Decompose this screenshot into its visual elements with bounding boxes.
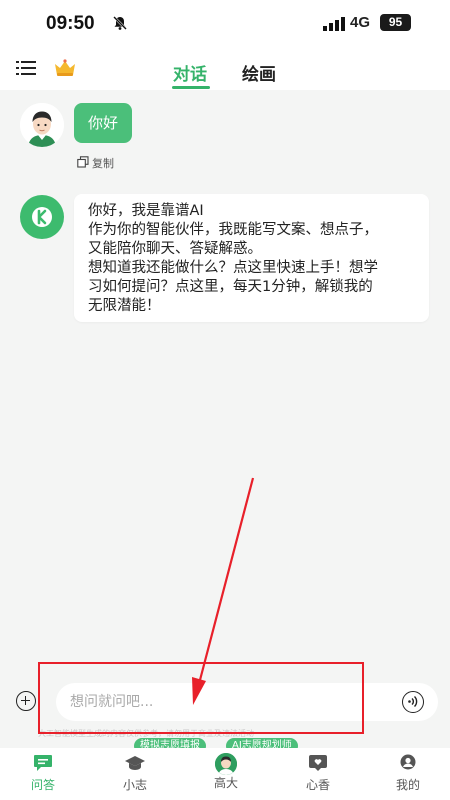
bot-message-line: 又能陪你聊天、答疑解惑。: [88, 241, 262, 257]
copy-icon: [77, 155, 89, 171]
bot-message-line: 你好，我是靠谱AI: [88, 203, 204, 219]
person-icon: [398, 754, 418, 772]
tab-label: 我的: [395, 778, 420, 792]
graduation-cap-icon: [125, 754, 145, 772]
tab-label: 问答: [30, 778, 55, 792]
bot-message-line: 无限潜能！: [88, 298, 161, 314]
status-bar: 09:50 4G 95: [0, 0, 450, 46]
highlight-box: [38, 662, 364, 734]
plus-icon[interactable]: [16, 691, 36, 711]
tab-label: 小志: [122, 778, 147, 792]
vip-crown-icon[interactable]: [53, 58, 77, 82]
bot-avatar: [20, 195, 64, 239]
signal-icon: [323, 16, 345, 35]
bot-message-line[interactable]: 习如何提问？点这里，每天1分钟，解锁我的: [88, 278, 415, 297]
voice-icon[interactable]: [402, 691, 424, 713]
menu-icon[interactable]: [16, 60, 36, 76]
tab-xiaozhi[interactable]: 小志: [105, 754, 165, 793]
copy-button[interactable]: 复制: [77, 155, 114, 171]
tab-mine[interactable]: 我的: [378, 754, 438, 793]
avatar-icon[interactable]: [213, 751, 239, 777]
active-tab-indicator: [172, 86, 210, 89]
user-message-bubble: 你好: [74, 103, 132, 143]
copy-label: 复制: [92, 157, 114, 170]
bot-message-line[interactable]: 想知道我还能做什么？点这里快速上手！想学: [88, 259, 415, 278]
top-nav: 对话 绘画: [0, 46, 450, 90]
bell-muted-icon: [112, 15, 128, 35]
bot-message-bubble: 你好，我是靠谱AI 作为你的智能伙伴，我既能写文案、想点子， 又能陪你聊天、答疑…: [74, 194, 429, 322]
tab-label: 心香: [305, 778, 330, 792]
status-time: 09:50: [46, 13, 95, 34]
bot-message-line: 作为你的智能伙伴，我既能写文案、想点子，: [88, 222, 378, 238]
tab-qa[interactable]: 问答: [13, 754, 73, 793]
tab-draw[interactable]: 绘画: [242, 60, 276, 85]
tab-chat[interactable]: 对话: [173, 60, 207, 85]
tab-xinxiang[interactable]: 心香: [288, 754, 348, 793]
chat-icon: [33, 754, 53, 772]
heart-card-icon: [308, 754, 328, 772]
battery-indicator: 95: [380, 14, 411, 31]
network-type: 4G: [350, 14, 371, 31]
user-avatar: [20, 103, 64, 147]
k-logo-icon: [32, 207, 52, 227]
